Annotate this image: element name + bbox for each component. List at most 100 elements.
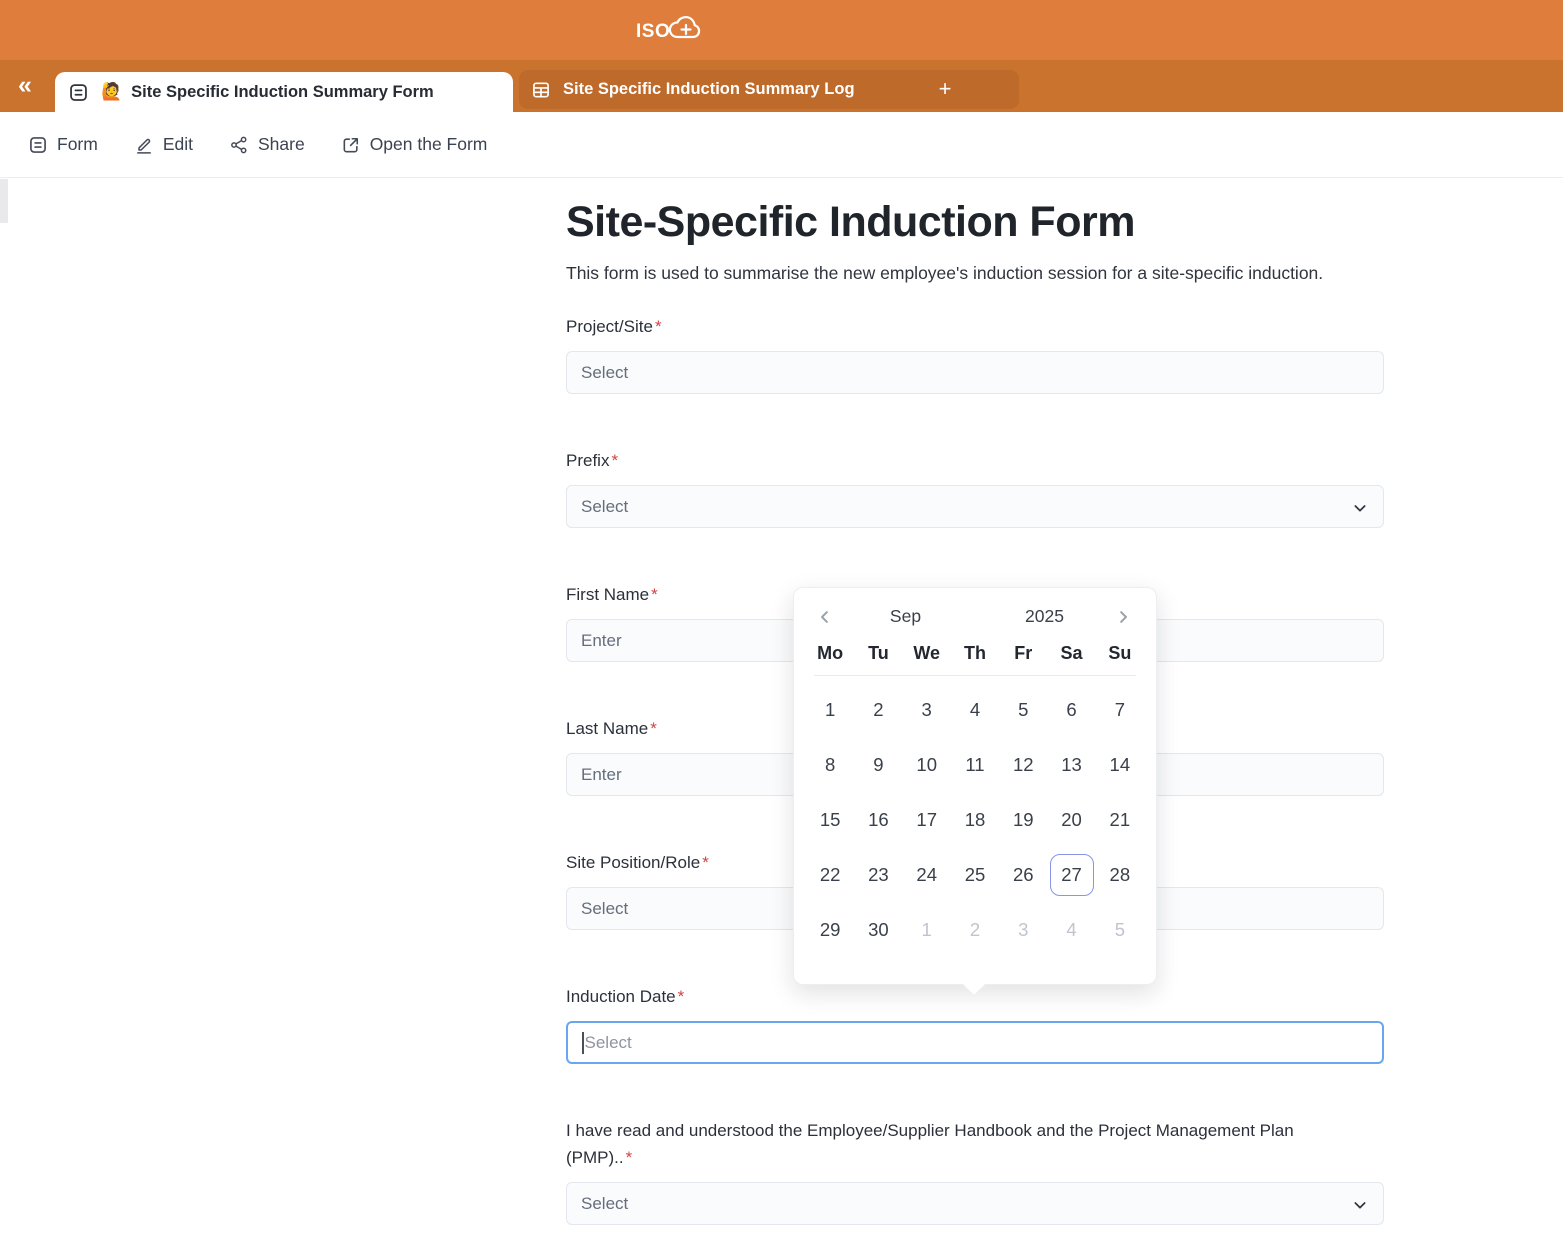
form-view-button[interactable]: Form bbox=[28, 134, 98, 155]
calendar-day[interactable]: 17 bbox=[903, 792, 951, 847]
calendar-day[interactable]: 23 bbox=[854, 847, 902, 902]
calendar-day[interactable]: 30 bbox=[854, 902, 902, 957]
logo-text: ISO bbox=[636, 21, 670, 43]
weekday-label: Fr bbox=[999, 643, 1047, 673]
calendar-day[interactable]: 25 bbox=[951, 847, 999, 902]
tab-induction-summary-form[interactable]: 🙋 Site Specific Induction Summary Form bbox=[55, 72, 513, 112]
form-title: Site-Specific Induction Form bbox=[566, 196, 1384, 248]
calendar-day[interactable]: 21 bbox=[1096, 792, 1144, 847]
field-label: Induction Date bbox=[566, 987, 676, 1006]
required-asterisk: * bbox=[626, 1148, 633, 1167]
collapse-sidebar-button[interactable]: « bbox=[18, 71, 32, 99]
calendar-day[interactable]: 20 bbox=[1047, 792, 1095, 847]
calendar-day[interactable]: 29 bbox=[806, 902, 854, 957]
calendar-day[interactable]: 3 bbox=[903, 682, 951, 737]
calendar-day[interactable]: 7 bbox=[1096, 682, 1144, 737]
app-logo: ISO bbox=[636, 15, 703, 43]
weekday-label: Tu bbox=[854, 643, 902, 673]
calendar-day[interactable]: 1 bbox=[806, 682, 854, 737]
field-placeholder: Enter bbox=[581, 631, 622, 651]
share-button[interactable]: Share bbox=[229, 134, 305, 155]
add-tab-button[interactable]: + bbox=[928, 73, 962, 105]
required-asterisk: * bbox=[678, 987, 685, 1006]
induction-date-input[interactable]: Select bbox=[566, 1021, 1384, 1064]
field-placeholder: Select bbox=[581, 363, 628, 383]
form-icon bbox=[68, 82, 89, 103]
chevron-down-icon bbox=[1352, 1197, 1368, 1213]
field-label: Project/Site bbox=[566, 317, 653, 336]
calendar-day[interactable]: 15 bbox=[806, 792, 854, 847]
calendar-day[interactable]: 18 bbox=[951, 792, 999, 847]
calendar-day[interactable]: 12 bbox=[999, 737, 1047, 792]
edit-pencil-icon bbox=[134, 135, 154, 155]
chevron-down-icon bbox=[1352, 500, 1368, 516]
calendar-day[interactable]: 22 bbox=[806, 847, 854, 902]
field-placeholder: Enter bbox=[581, 765, 622, 785]
calendar-day[interactable]: 6 bbox=[1047, 682, 1095, 737]
calendar-day[interactable]: 1 bbox=[903, 902, 951, 957]
prefix-input[interactable]: Select bbox=[566, 485, 1384, 528]
field-label: Last Name bbox=[566, 719, 648, 738]
required-asterisk: * bbox=[655, 317, 662, 336]
calendar-day[interactable]: 24 bbox=[903, 847, 951, 902]
open-the-form-button[interactable]: Open the Form bbox=[341, 134, 488, 155]
weekday-label: Su bbox=[1096, 643, 1144, 673]
calendar-day[interactable]: 5 bbox=[1096, 902, 1144, 957]
calendar-day[interactable]: 16 bbox=[854, 792, 902, 847]
calendar-day[interactable]: 19 bbox=[999, 792, 1047, 847]
field-placeholder: Select bbox=[581, 497, 628, 517]
weekday-label: Sa bbox=[1047, 643, 1095, 673]
calendar-weekdays: MoTuWeThFrSaSu bbox=[794, 643, 1156, 673]
calendar-day-selected[interactable]: 27 bbox=[1047, 847, 1095, 902]
share-nodes-icon bbox=[229, 135, 249, 155]
calendar-day[interactable]: 10 bbox=[903, 737, 951, 792]
calendar-year[interactable]: 2025 bbox=[975, 606, 1114, 627]
calendar-day[interactable]: 14 bbox=[1096, 737, 1144, 792]
tab-bar: « 🙋 Site Specific Induction Summary Form… bbox=[0, 60, 1563, 112]
required-asterisk: * bbox=[650, 719, 657, 738]
calendar-day[interactable]: 5 bbox=[999, 682, 1047, 737]
cloud-plus-icon bbox=[667, 15, 703, 41]
date-picker-popup: Sep 2025 MoTuWeThFrSaSu 1234567891011121… bbox=[793, 587, 1157, 985]
calendar-day[interactable]: 26 bbox=[999, 847, 1047, 902]
field-placeholder: Select bbox=[581, 899, 628, 919]
calendar-grid: 1234567891011121314151617181920212223242… bbox=[794, 676, 1156, 957]
project-site-input[interactable]: Select bbox=[566, 351, 1384, 394]
calendar-day[interactable]: 4 bbox=[1047, 902, 1095, 957]
field-label: Prefix bbox=[566, 451, 609, 470]
field-placeholder: Select bbox=[581, 1194, 628, 1214]
required-asterisk: * bbox=[611, 451, 618, 470]
calendar-day[interactable]: 4 bbox=[951, 682, 999, 737]
field-label: Site Position/Role bbox=[566, 853, 700, 872]
required-asterisk: * bbox=[702, 853, 709, 872]
weekday-label: Th bbox=[951, 643, 999, 673]
form-icon bbox=[28, 135, 48, 155]
i-have-read-and-understood-the-employee--input[interactable]: Select bbox=[566, 1182, 1384, 1225]
tab-label: Site Specific Induction Summary Form bbox=[131, 83, 434, 102]
form-toolbar: Form Edit Share Open the Form bbox=[0, 112, 1563, 178]
chevron-right-icon[interactable] bbox=[1114, 608, 1134, 626]
collapsed-sidebar-handle[interactable] bbox=[0, 179, 8, 223]
calendar-day[interactable]: 2 bbox=[951, 902, 999, 957]
calendar-month[interactable]: Sep bbox=[836, 606, 975, 627]
tab-label: Site Specific Induction Summary Log bbox=[563, 80, 855, 99]
calendar-day[interactable]: 3 bbox=[999, 902, 1047, 957]
calendar-day[interactable]: 9 bbox=[854, 737, 902, 792]
person-raising-hand-icon: 🙋 bbox=[101, 82, 122, 102]
chevron-left-icon[interactable] bbox=[816, 608, 836, 626]
table-icon bbox=[531, 80, 551, 100]
field-i-have-read-and-understood-the-employee-: I have read and understood the Employee/… bbox=[566, 1117, 1384, 1225]
calendar-day[interactable]: 13 bbox=[1047, 737, 1095, 792]
calendar-day[interactable]: 8 bbox=[806, 737, 854, 792]
text-caret bbox=[582, 1032, 584, 1054]
weekday-label: Mo bbox=[806, 643, 854, 673]
edit-button[interactable]: Edit bbox=[134, 134, 193, 155]
calendar-day[interactable]: 11 bbox=[951, 737, 999, 792]
form-description: This form is used to summarise the new e… bbox=[566, 260, 1384, 287]
field-label: First Name bbox=[566, 585, 649, 604]
calendar-day[interactable]: 2 bbox=[854, 682, 902, 737]
calendar-header: Sep 2025 bbox=[794, 588, 1156, 627]
field-placeholder: Select bbox=[585, 1033, 632, 1053]
calendar-day[interactable]: 28 bbox=[1096, 847, 1144, 902]
external-link-icon bbox=[341, 135, 361, 155]
